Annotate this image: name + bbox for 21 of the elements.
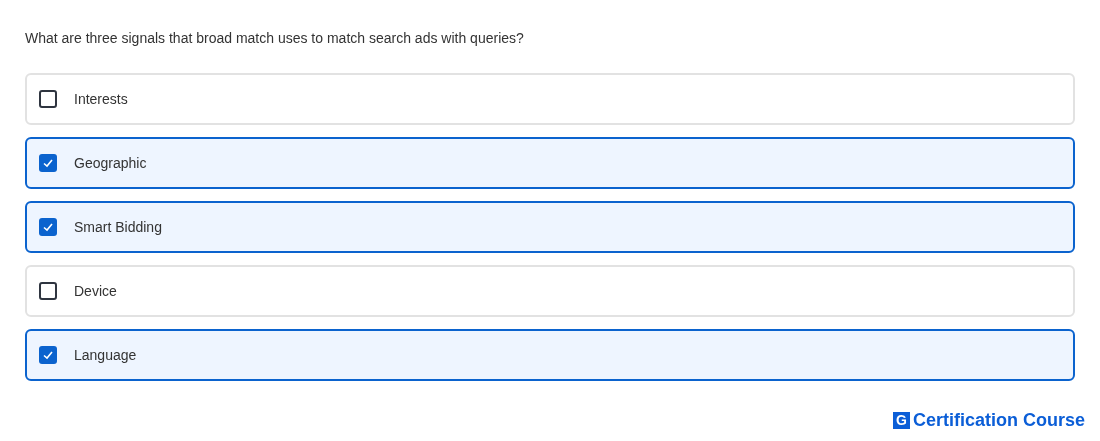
logo-mark: G xyxy=(892,411,910,429)
checkmark-icon xyxy=(42,221,54,233)
checkbox[interactable] xyxy=(39,90,57,108)
answer-option[interactable]: Smart Bidding xyxy=(25,201,1075,253)
option-label: Language xyxy=(74,345,137,365)
answer-option[interactable]: Interests xyxy=(25,73,1075,125)
answer-option[interactable]: Device xyxy=(25,265,1075,317)
option-label: Geographic xyxy=(74,153,147,173)
option-label: Interests xyxy=(74,89,128,109)
question-text: What are three signals that broad match uses to match search ads with queries? xyxy=(25,29,525,48)
answer-option[interactable]: Geographic xyxy=(25,137,1075,189)
checkbox[interactable] xyxy=(39,346,57,364)
option-label: Smart Bidding xyxy=(74,217,162,237)
checkbox[interactable] xyxy=(39,282,57,300)
answer-option[interactable]: Language xyxy=(25,329,1075,381)
option-label: Device xyxy=(74,281,117,301)
checkbox[interactable] xyxy=(39,154,57,172)
checkmark-icon xyxy=(42,349,54,361)
checkbox[interactable] xyxy=(39,218,57,236)
checkmark-icon xyxy=(42,157,54,169)
logo-text: Certification Course xyxy=(912,411,1085,429)
